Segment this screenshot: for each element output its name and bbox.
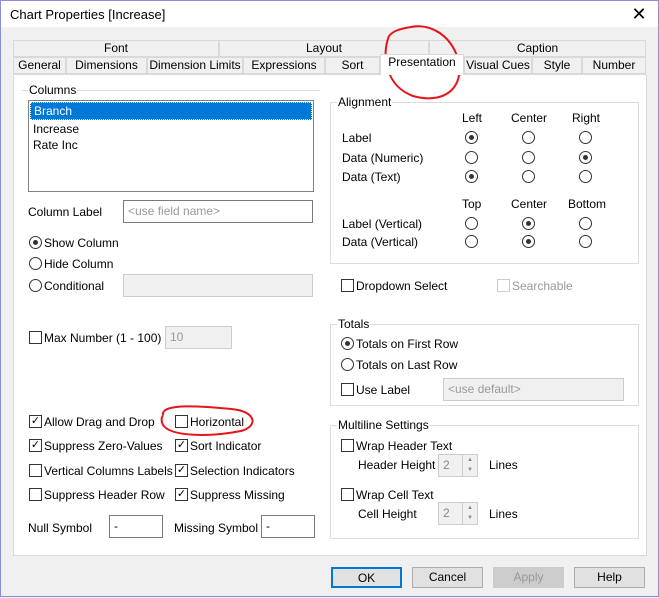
horizontal-annotation-circle xyxy=(160,405,254,436)
tab-presentation[interactable]: Presentation xyxy=(380,54,464,75)
chart-properties-dialog: Chart Properties [Increase] ✕ Font Layou… xyxy=(0,0,659,597)
annotation-circles xyxy=(160,25,461,436)
